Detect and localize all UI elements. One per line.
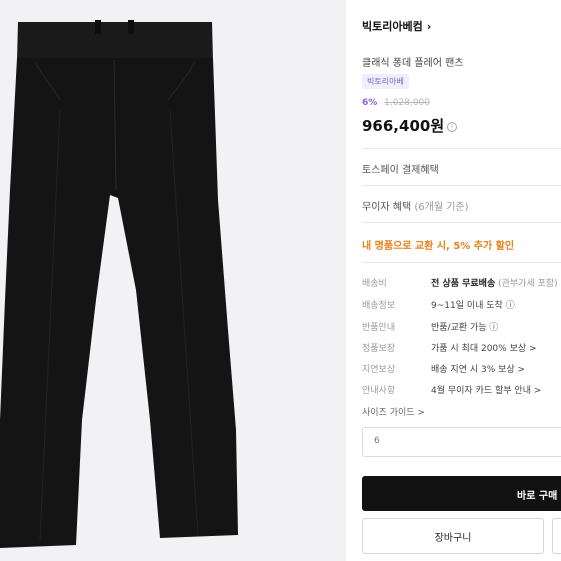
authenticity-row[interactable]: 정품보장 가품 시 최대 200% 보상 > [362, 341, 537, 354]
product-name: 클래식 퐁데 플레어 팬츠 [362, 58, 464, 69]
row-key: 배송비 [362, 279, 387, 289]
info-icon[interactable]: i [447, 121, 458, 132]
toss-benefit[interactable]: 토스페이 결제혜택 [362, 161, 439, 176]
brand-name: 빅토리아베컴 [362, 20, 423, 33]
row-key: 안내사항 [362, 386, 396, 396]
row-value: 9~11일 이내 도착 ⓘ [431, 301, 515, 311]
price-row: 966,400원 i [362, 115, 458, 136]
row-key: 지연보상 [362, 365, 396, 375]
exchange-promo[interactable]: 내 명품으로 교환 시, 5% 추가 할인 [362, 237, 514, 252]
brand-badge: 빅토리아베 [362, 74, 409, 89]
divider [362, 148, 561, 149]
size-guide-link[interactable]: 사이즈 가이드 > [362, 405, 425, 418]
product-info-panel: 빅토리아베컴 › 클래식 퐁데 플레어 팬츠 빅토리아베 6% 1,028,000… [362, 0, 561, 561]
row-key: 반품안내 [362, 323, 396, 333]
discount-row: 6% 1,028,000 [362, 98, 430, 108]
brand-link[interactable]: 빅토리아베컴 › [362, 18, 431, 34]
row-value: 가품 시 최대 200% 보상 > [431, 344, 537, 354]
row-value: 배송 지연 시 3% 보상 > [431, 365, 526, 375]
original-price: 1,028,000 [384, 98, 430, 108]
row-key: 배송정보 [362, 301, 396, 311]
row-value: 반품/교환 가능 ⓘ [431, 323, 499, 333]
size-select-value: 6 [374, 436, 380, 446]
pants-image [0, 20, 238, 548]
buy-now-label: 바로 구매 [517, 491, 558, 502]
installment-benefit[interactable]: 무이자 혜택 (6개월 기준) [362, 198, 469, 213]
delivery-info-row[interactable]: 배송정보 9~11일 이내 도착 ⓘ [362, 298, 515, 311]
size-select[interactable]: 6 [362, 427, 561, 457]
wishlist-button[interactable] [552, 518, 561, 554]
sale-price: 966,400원 [362, 117, 445, 135]
row-key: 정품보장 [362, 344, 396, 354]
delay-compensation-row[interactable]: 지연보상 배송 지연 시 3% 보상 > [362, 362, 525, 375]
cart-button[interactable]: 장바구니 [362, 518, 544, 554]
discount-percent: 6% [362, 98, 378, 108]
notice-row[interactable]: 안내사항 4월 무이자 카드 할부 안내 > [362, 383, 541, 396]
divider [362, 185, 561, 186]
chevron-right-icon: › [426, 20, 432, 33]
installment-note: (6개월 기준) [414, 202, 469, 213]
buy-now-button[interactable]: 바로 구매 [362, 476, 561, 511]
shipping-fee-row: 배송비 전 상품 무료배송 (관부가세 포함) [362, 276, 558, 289]
divider [362, 262, 561, 263]
product-image [0, 0, 346, 561]
divider [362, 222, 561, 223]
installment-label: 무이자 혜택 [362, 202, 412, 213]
row-value: 전 상품 무료배송 [431, 279, 496, 289]
return-info-row[interactable]: 반품안내 반품/교환 가능 ⓘ [362, 320, 498, 333]
row-note: (관부가세 포함) [498, 279, 558, 289]
row-value: 4월 무이자 카드 할부 안내 > [431, 386, 542, 396]
cart-label: 장바구니 [434, 533, 472, 544]
